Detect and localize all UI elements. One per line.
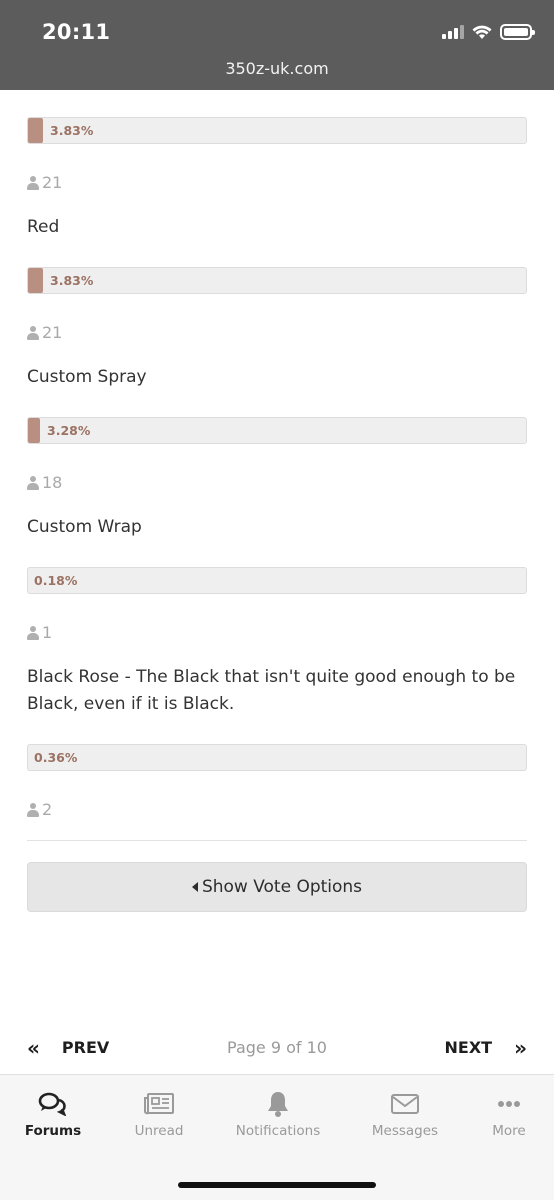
tab-forums-label: Forums bbox=[24, 1123, 82, 1139]
poll-option-label: Custom Spray bbox=[27, 367, 147, 387]
vote-count-value: 21 bbox=[42, 323, 63, 342]
user-icon bbox=[27, 175, 39, 190]
poll-option-label: Custom Wrap bbox=[27, 517, 142, 537]
show-vote-options-button[interactable]: Show Vote Options bbox=[27, 862, 527, 912]
more-dots-icon bbox=[454, 1089, 554, 1119]
cellular-signal-icon bbox=[442, 25, 464, 39]
battery-icon bbox=[500, 24, 535, 40]
forums-icon bbox=[0, 1089, 108, 1119]
tab-notifications-label: Notifications bbox=[235, 1123, 321, 1139]
tab-messages[interactable]: Messages bbox=[350, 1089, 460, 1139]
tab-forums[interactable]: Forums bbox=[0, 1089, 108, 1139]
vote-count-value: 21 bbox=[42, 173, 63, 192]
poll-percent: 0.36% bbox=[34, 750, 78, 765]
next-page-button[interactable]: NEXT » bbox=[444, 1035, 528, 1060]
user-icon bbox=[27, 802, 39, 817]
poll-bar-fill bbox=[28, 418, 40, 443]
vote-count: 21 bbox=[27, 173, 62, 192]
vote-count-value: 18 bbox=[42, 473, 63, 492]
status-icons bbox=[442, 24, 535, 40]
poll-result-bar: 3.83% bbox=[27, 117, 527, 144]
double-chevron-right-icon: » bbox=[514, 1035, 527, 1060]
poll-result-bar: 0.36% bbox=[27, 744, 527, 771]
poll-result-bar: 3.83% bbox=[27, 267, 527, 294]
poll-option-label: Red bbox=[27, 217, 60, 237]
user-icon bbox=[27, 475, 39, 490]
tab-more[interactable]: More bbox=[454, 1089, 554, 1139]
tab-notifications[interactable]: Notifications bbox=[223, 1089, 333, 1139]
vote-count: 21 bbox=[27, 323, 62, 342]
poll-option-label: Black Rose - The Black that isn't quite … bbox=[27, 667, 516, 714]
poll-result-bar: 3.28% bbox=[27, 417, 527, 444]
tab-more-label: More bbox=[492, 1123, 526, 1139]
poll-percent: 0.18% bbox=[34, 573, 78, 588]
poll-bar-fill bbox=[28, 118, 43, 143]
show-vote-options-label: Show Vote Options bbox=[201, 877, 363, 897]
home-indicator bbox=[178, 1182, 376, 1188]
poll-percent: 3.83% bbox=[50, 123, 94, 138]
vote-count-value: 2 bbox=[42, 800, 53, 819]
browser-top-bar: 20:11 350z-uk.com bbox=[0, 0, 554, 90]
newspaper-icon bbox=[104, 1089, 214, 1119]
wifi-icon bbox=[472, 25, 492, 39]
caret-left-icon bbox=[191, 882, 198, 892]
user-icon bbox=[27, 325, 39, 340]
url-display[interactable]: 350z-uk.com bbox=[0, 59, 554, 78]
next-label: NEXT bbox=[444, 1038, 493, 1057]
poll-percent: 3.28% bbox=[47, 423, 91, 438]
vote-count: 2 bbox=[27, 800, 52, 819]
poll-bar-fill bbox=[28, 268, 43, 293]
envelope-icon bbox=[350, 1089, 460, 1119]
vote-count: 1 bbox=[27, 623, 52, 642]
tab-messages-label: Messages bbox=[371, 1123, 439, 1139]
bell-icon bbox=[223, 1089, 333, 1119]
tab-unread[interactable]: Unread bbox=[104, 1089, 214, 1139]
poll-result-bar: 0.18% bbox=[27, 567, 527, 594]
vote-count: 18 bbox=[27, 473, 62, 492]
divider bbox=[27, 840, 527, 841]
tab-unread-label: Unread bbox=[134, 1123, 184, 1139]
poll-percent: 3.83% bbox=[50, 273, 94, 288]
status-time: 20:11 bbox=[42, 20, 111, 44]
user-icon bbox=[27, 625, 39, 640]
pagination: « PREV Page 9 of 10 NEXT » bbox=[0, 1030, 554, 1066]
vote-count-value: 1 bbox=[42, 623, 53, 642]
